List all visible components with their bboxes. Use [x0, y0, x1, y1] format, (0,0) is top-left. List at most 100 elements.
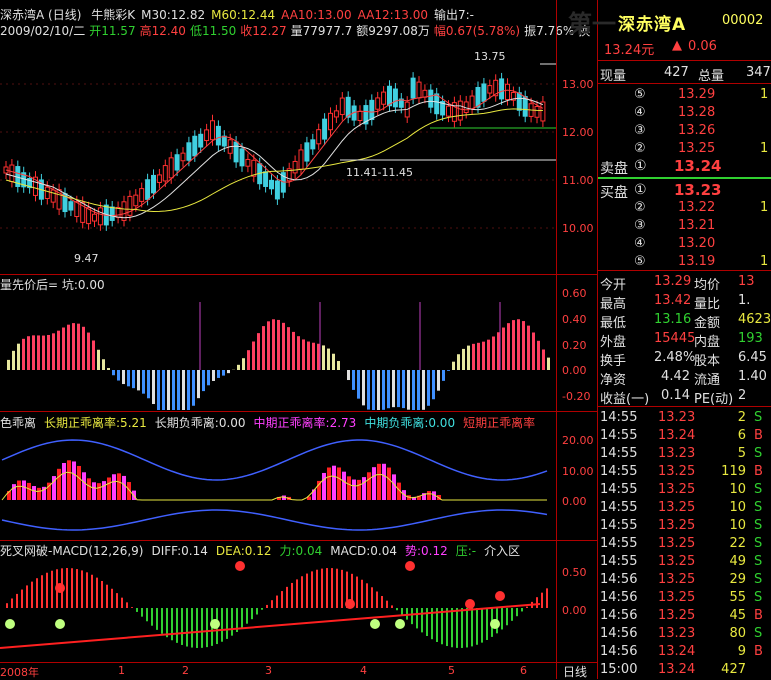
macd-indicator[interactable] [0, 558, 597, 662]
bid-level: ③ [634, 218, 646, 233]
tick-row: 14:5513.2510S [598, 517, 771, 535]
indicator-label: 短期正乖离率 [463, 416, 535, 430]
tick-price: 13.25 [658, 482, 695, 497]
tick-row: 14:5513.232S [598, 409, 771, 427]
stat-row: 外盘15445内盘193 [598, 330, 771, 349]
candle [157, 175, 161, 183]
now-vol-label: 现量 [600, 65, 626, 84]
stat-row: 最高13.42量比1. [598, 292, 771, 311]
ask-level: ③ [634, 123, 646, 138]
total-vol: 347 [746, 65, 771, 80]
tick-volume: 80 [710, 626, 746, 641]
date-tick-label: 2 [182, 664, 189, 677]
tick-row: 14:5513.2522S [598, 535, 771, 553]
tick-side: S [754, 554, 762, 569]
ask-level: ② [634, 141, 646, 156]
ask-vol: 1 [760, 87, 768, 102]
bar-info-item: 额9297.08万 [356, 24, 430, 38]
bias-indicator[interactable] [0, 430, 597, 540]
tick-time: 14:56 [600, 572, 637, 587]
tick-price: 13.25 [658, 554, 695, 569]
candle [458, 101, 462, 120]
tick-side: S [754, 410, 762, 425]
price-chart[interactable] [0, 40, 597, 273]
indicator-label: AA10:13.00 [281, 8, 351, 22]
tick-volume: 6 [710, 428, 746, 443]
tick-side: B [754, 464, 763, 479]
stat-key: 最高 [600, 293, 626, 312]
tick-price: 13.25 [658, 536, 695, 551]
indicator-label: 势:0.12 [405, 544, 448, 558]
candle [535, 107, 539, 118]
candle [476, 87, 480, 107]
volume-price-indicator[interactable] [0, 292, 597, 410]
tick-price: 13.24 [658, 662, 695, 677]
bid-row: ④13.20 [598, 235, 771, 253]
tick-price: 13.25 [658, 518, 695, 533]
bar-info-item: 收12.27 [240, 24, 286, 38]
ask-row: ②13.251 [598, 140, 771, 158]
tick-row: 14:5513.25119B [598, 463, 771, 481]
candle [205, 130, 209, 141]
candle [234, 142, 238, 162]
divider [598, 60, 771, 61]
candle [329, 113, 333, 129]
tick-volume: 22 [710, 536, 746, 551]
stat-row: 今开13.29均价13 [598, 273, 771, 292]
tick-side: S [754, 446, 762, 461]
bid-price: 13.21 [678, 218, 715, 233]
period-tab[interactable]: 日线 [556, 662, 598, 679]
tick-time: 14:55 [600, 428, 637, 443]
last-price: 13.24元 [604, 39, 654, 58]
bar-info-item: 振7.76% [524, 24, 574, 38]
tick-time: 14:55 [600, 518, 637, 533]
candle [340, 98, 344, 114]
tick-side: B [754, 608, 763, 623]
candle [252, 160, 256, 176]
tick-side: S [754, 536, 762, 551]
stat-value: 1. [738, 293, 750, 308]
tick-row: 14:5613.2555S [598, 589, 771, 607]
tick-time: 14:56 [600, 608, 637, 623]
up-arrow-icon: ▲ [672, 38, 682, 53]
ask-level: ④ [634, 105, 646, 120]
candle [323, 119, 327, 139]
candle [152, 175, 156, 192]
price-annotation: 11.41-11.45 [346, 166, 413, 179]
indicator-label: DEA:0.12 [216, 544, 272, 558]
chart-right-border [556, 0, 557, 679]
candle [193, 136, 197, 156]
candle [211, 121, 215, 140]
indicator-label: 死叉网破-MACD(12,26,9) [0, 544, 143, 558]
spread-divider [598, 177, 771, 179]
stat-value: 13.29 [654, 274, 690, 289]
bid-price: 13.20 [678, 236, 715, 251]
date-tick-label: 1 [118, 664, 125, 677]
bid-level: ⑤ [634, 254, 646, 269]
tick-price: 13.25 [658, 572, 695, 587]
stock-header: 第一 深赤湾A 00002 [598, 0, 771, 38]
stat-value: 13.16 [654, 312, 690, 327]
candle [163, 166, 167, 181]
stat-row: 净资4.42流通1.40 [598, 368, 771, 387]
chart-area[interactable]: 深赤湾A (日线) 牛熊彩KM30:12.82M60:12.44AA10:13.… [0, 0, 597, 679]
candle [270, 180, 274, 188]
bar-info-item: 开11.57 [89, 24, 135, 38]
ask-level: ⑤ [634, 87, 646, 102]
candle [246, 159, 250, 166]
axis-tick-label: 10.00 [562, 222, 594, 235]
candle [411, 78, 415, 98]
candle [216, 126, 220, 145]
stat-key: 最低 [600, 312, 626, 331]
date-tick-label: 5 [448, 664, 455, 677]
tick-time: 14:55 [600, 464, 637, 479]
axis-tick-label: 20.00 [562, 434, 594, 447]
candle [429, 90, 433, 107]
axis-tick-label: 0.20 [562, 339, 587, 352]
candle [181, 153, 185, 161]
candle [488, 86, 492, 93]
indicator-label: M60:12.44 [211, 8, 275, 22]
stat-key: 均价 [694, 274, 720, 293]
candle [517, 93, 521, 110]
price-annotation: 13.75 [474, 50, 506, 63]
